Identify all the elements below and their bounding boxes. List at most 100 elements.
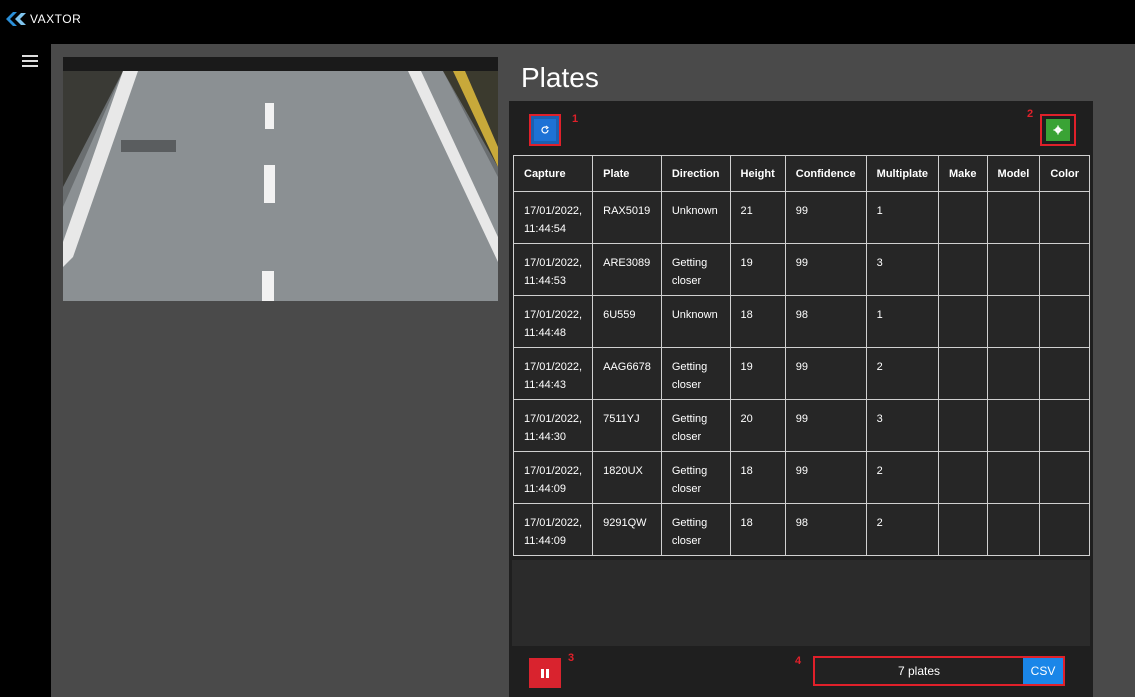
sidebar: [0, 44, 51, 697]
refresh-button[interactable]: [529, 114, 561, 146]
cell-color: [1039, 503, 1091, 556]
table-row[interactable]: 17/01/2022, 11:44:30 7511YJ Getting clos…: [512, 399, 1091, 452]
plates-table: Capture Plate Direction Height Confidenc…: [512, 155, 1091, 556]
marker-4: 4: [795, 655, 802, 667]
cell-multiplate: 3: [865, 399, 940, 452]
plates-count-box: 7 plates CSV: [813, 656, 1065, 686]
cell-color: [1039, 451, 1091, 504]
cell-capture: 17/01/2022, 11:44:43: [512, 347, 594, 400]
cell-model: [986, 451, 1041, 504]
cell-plate: RAX5019: [592, 191, 662, 244]
pause-icon: [541, 668, 549, 678]
cell-capture: 17/01/2022, 11:44:09: [512, 503, 594, 556]
cell-plate: 6U559: [592, 295, 662, 348]
marker-3: 3: [568, 652, 575, 664]
cell-direction: Unknown: [660, 191, 731, 244]
cell-direction: Getting closer: [660, 451, 731, 504]
cell-height: 21: [729, 191, 786, 244]
cell-color: [1039, 295, 1091, 348]
cell-capture: 17/01/2022, 11:44:48: [512, 295, 594, 348]
top-bar: VAXTOR: [0, 0, 1135, 44]
cell-multiplate: 1: [865, 191, 940, 244]
col-multiplate[interactable]: Multiplate: [865, 155, 940, 192]
cell-direction: Getting closer: [660, 243, 731, 296]
cell-plate: 1820UX: [592, 451, 662, 504]
col-make[interactable]: Make: [938, 155, 988, 192]
cell-color: [1039, 347, 1091, 400]
cell-multiplate: 2: [865, 347, 940, 400]
cell-multiplate: 2: [865, 503, 940, 556]
cell-capture: 17/01/2022, 11:44:53: [512, 243, 594, 296]
table-row[interactable]: 17/01/2022, 11:44:09 1820UX Getting clos…: [512, 451, 1091, 504]
cell-make: [938, 295, 988, 348]
cell-direction: Getting closer: [660, 347, 731, 400]
cell-make: [938, 347, 988, 400]
cell-model: [986, 347, 1041, 400]
col-confidence[interactable]: Confidence: [784, 155, 867, 192]
cell-color: [1039, 191, 1091, 244]
cell-model: [986, 503, 1041, 556]
camera-feed: [63, 57, 498, 301]
cell-height: 19: [729, 347, 786, 400]
table-header-row: Capture Plate Direction Height Confidenc…: [512, 155, 1091, 192]
cell-model: [986, 295, 1041, 348]
cell-height: 20: [729, 399, 786, 452]
cell-confidence: 99: [784, 243, 867, 296]
marker-1: 1: [572, 113, 579, 125]
cell-direction: Getting closer: [660, 503, 731, 556]
col-capture[interactable]: Capture: [512, 155, 594, 192]
cell-confidence: 98: [784, 295, 867, 348]
table-row[interactable]: 17/01/2022, 11:44:53 ARE3089 Getting clo…: [512, 243, 1091, 296]
page-title: Plates: [521, 62, 599, 93]
cell-capture: 17/01/2022, 11:44:30: [512, 399, 594, 452]
col-height[interactable]: Height: [729, 155, 786, 192]
road-image: [63, 57, 498, 301]
cell-model: [986, 243, 1041, 296]
panel-footer-area: [512, 560, 1090, 646]
cell-color: [1039, 399, 1091, 452]
cell-capture: 17/01/2022, 11:44:09: [512, 451, 594, 504]
col-color[interactable]: Color: [1039, 155, 1091, 192]
cell-multiplate: 3: [865, 243, 940, 296]
hamburger-menu-icon[interactable]: [22, 55, 38, 67]
cell-make: [938, 191, 988, 244]
cell-height: 19: [729, 243, 786, 296]
cell-confidence: 99: [784, 347, 867, 400]
cell-height: 18: [729, 295, 786, 348]
cell-plate: AAG6678: [592, 347, 662, 400]
brand-name: VAXTOR: [30, 12, 82, 26]
cell-plate: 9291QW: [592, 503, 662, 556]
cell-color: [1039, 243, 1091, 296]
csv-export-button[interactable]: CSV: [1023, 658, 1063, 684]
settings-button[interactable]: [1040, 114, 1076, 146]
cell-make: [938, 399, 988, 452]
gear-icon: [1053, 125, 1063, 135]
refresh-icon: [541, 125, 549, 134]
cell-plate: ARE3089: [592, 243, 662, 296]
vaxtor-logo-icon: [6, 12, 26, 26]
col-model[interactable]: Model: [986, 155, 1041, 192]
cell-multiplate: 1: [865, 295, 940, 348]
table-row[interactable]: 17/01/2022, 11:44:54 RAX5019 Unknown 21 …: [512, 191, 1091, 244]
cell-confidence: 99: [784, 399, 867, 452]
brand-logo: VAXTOR: [4, 10, 81, 28]
cell-height: 18: [729, 503, 786, 556]
cell-make: [938, 243, 988, 296]
plates-count: 7 plates: [815, 658, 1023, 684]
cell-make: [938, 503, 988, 556]
table-row[interactable]: 17/01/2022, 11:44:09 9291QW Getting clos…: [512, 503, 1091, 556]
cell-direction: Getting closer: [660, 399, 731, 452]
col-plate[interactable]: Plate: [592, 155, 662, 192]
cell-multiplate: 2: [865, 451, 940, 504]
table-row[interactable]: 17/01/2022, 11:44:43 AAG6678 Getting clo…: [512, 347, 1091, 400]
cell-plate: 7511YJ: [592, 399, 662, 452]
table-row[interactable]: 17/01/2022, 11:44:48 6U559 Unknown 18 98…: [512, 295, 1091, 348]
cell-height: 18: [729, 451, 786, 504]
pause-button[interactable]: [529, 658, 561, 688]
cell-capture: 17/01/2022, 11:44:54: [512, 191, 594, 244]
cell-direction: Unknown: [660, 295, 731, 348]
col-direction[interactable]: Direction: [660, 155, 731, 192]
cell-make: [938, 451, 988, 504]
cell-model: [986, 191, 1041, 244]
cell-confidence: 99: [784, 451, 867, 504]
